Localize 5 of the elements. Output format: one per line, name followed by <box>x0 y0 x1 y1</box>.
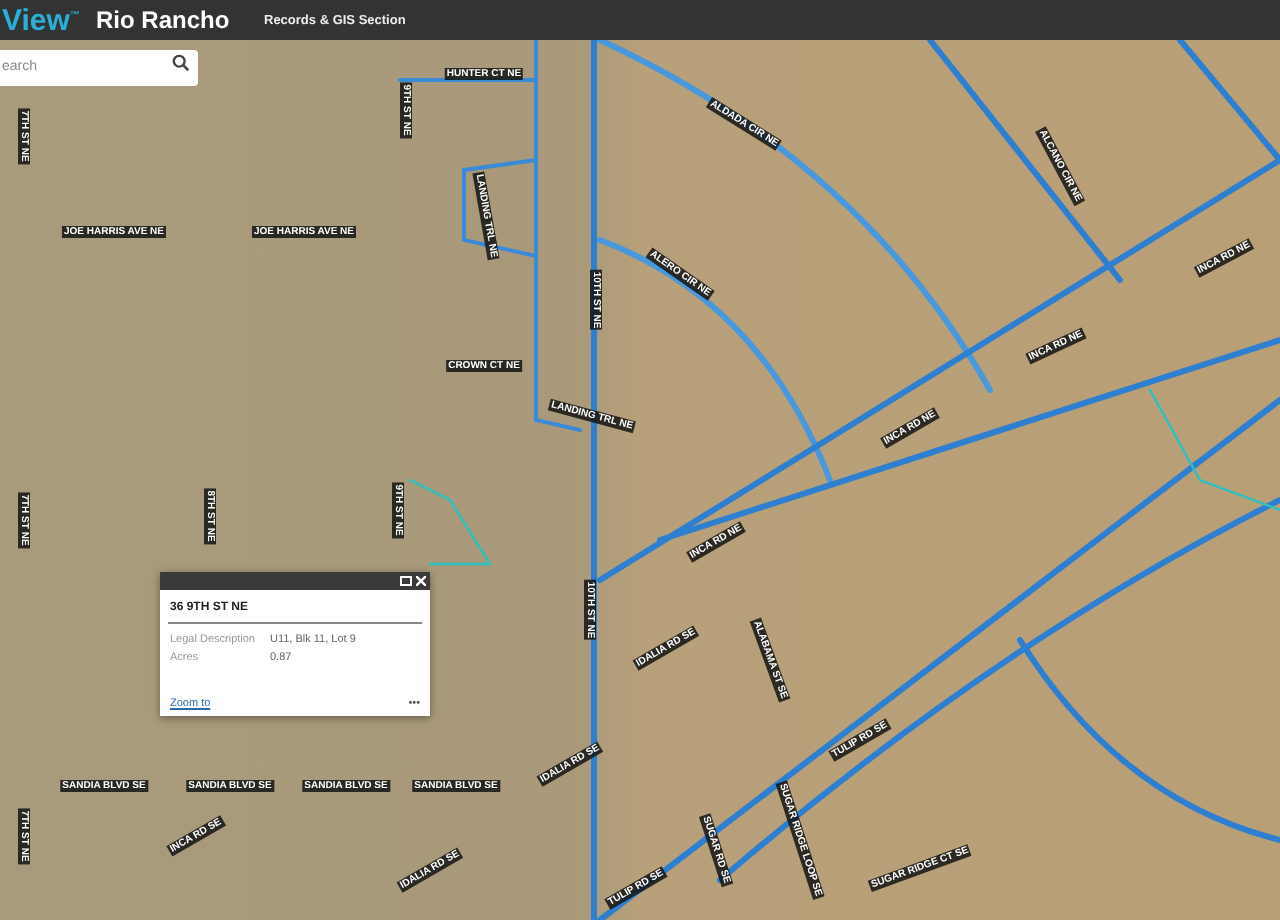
close-icon[interactable] <box>416 576 426 586</box>
app-title: Rio Rancho <box>96 6 232 34</box>
maximize-icon[interactable] <box>400 576 412 586</box>
search-icon[interactable] <box>172 53 190 71</box>
app-logo: View$^{™}$ <box>2 3 82 37</box>
